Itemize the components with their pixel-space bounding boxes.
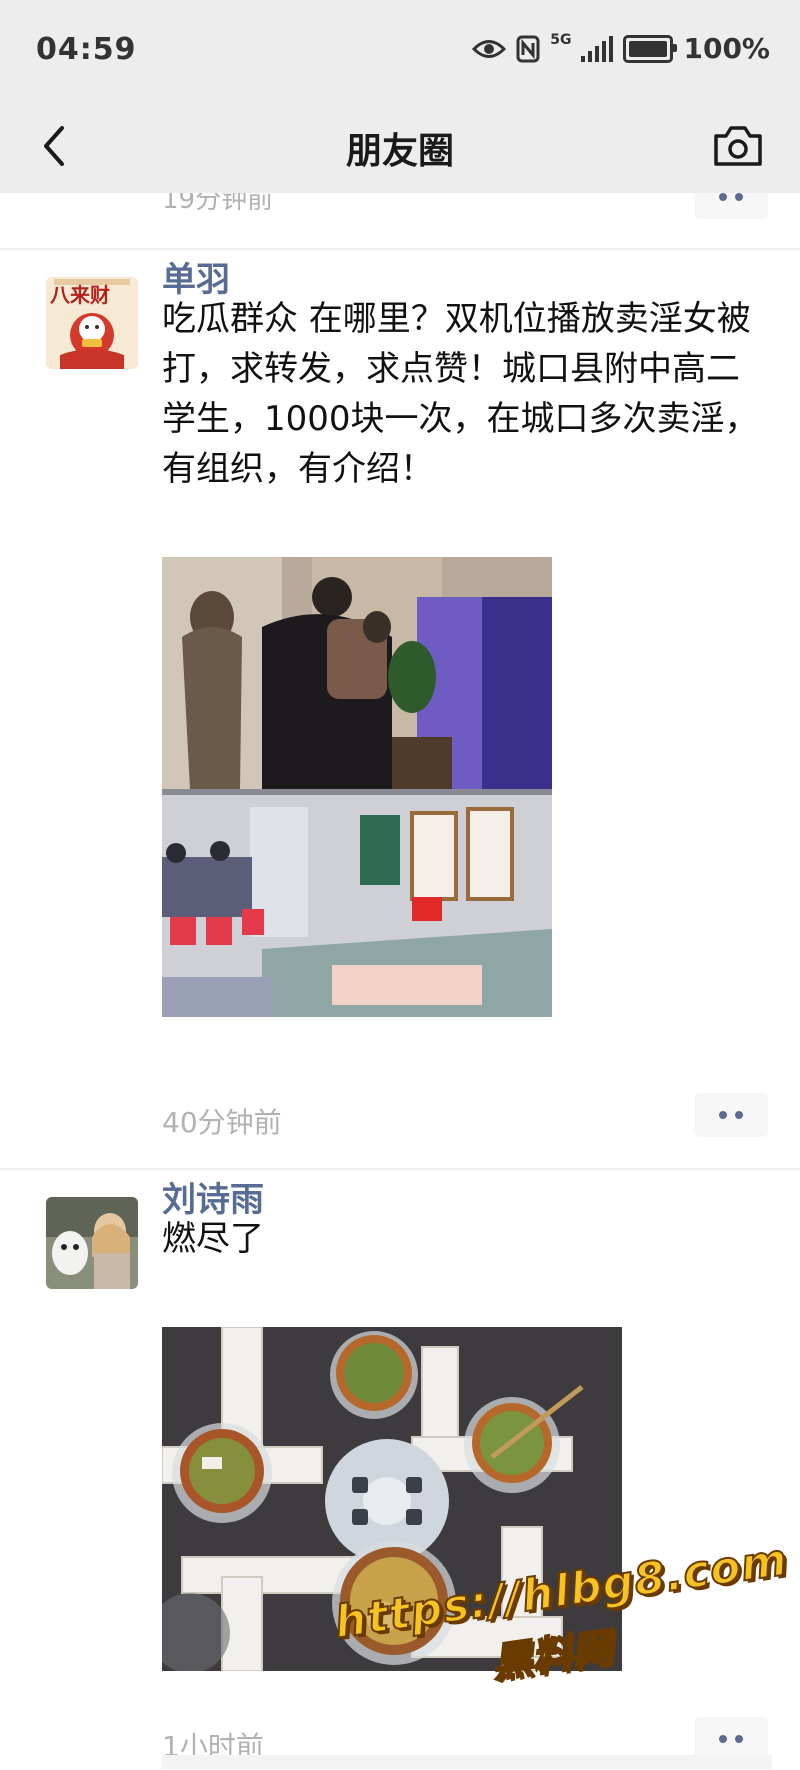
previous-post-footer: 19分钟前 — [0, 193, 800, 248]
battery-percent: 100% — [683, 32, 770, 65]
eye-icon — [472, 39, 507, 58]
post-time: 40分钟前 — [162, 1106, 282, 1139]
camera-icon[interactable] — [712, 122, 764, 168]
signal-icon — [581, 35, 614, 62]
avatar[interactable] — [46, 1197, 138, 1289]
page-title: 朋友圈 — [345, 131, 454, 172]
post-text: 燃尽了 — [162, 1219, 264, 1259]
avatar-image — [46, 1197, 138, 1289]
nfc-icon — [516, 35, 540, 62]
avatar-text: 八来财 — [50, 283, 110, 307]
post-time: 19分钟前 — [162, 193, 274, 215]
avatar[interactable]: 八来财 — [46, 277, 138, 369]
post-text: 吃瓜群众 在哪里？双机位播放卖淫女被打，求转发，求点赞！城口县附中高二学生，10… — [162, 299, 759, 489]
more-button[interactable] — [694, 193, 768, 219]
next-post-edge — [162, 1755, 772, 1769]
moment-post: 八来财 单羽 吃瓜群众 在哪里？双机位播放卖淫女被打，求转发，求点赞！城口县附中… — [0, 250, 800, 1168]
status-icons: 5G 100% — [472, 32, 770, 65]
battery-icon — [623, 34, 678, 63]
photo-image — [162, 557, 552, 1017]
post-photo[interactable] — [162, 557, 552, 1017]
status-time: 04:59 — [36, 32, 137, 67]
status-bar: 04:59 5G 100% — [0, 0, 800, 100]
nav-bar: 朋友圈 — [0, 100, 800, 193]
more-button[interactable] — [694, 1093, 768, 1137]
network-label: 5G — [550, 32, 572, 48]
